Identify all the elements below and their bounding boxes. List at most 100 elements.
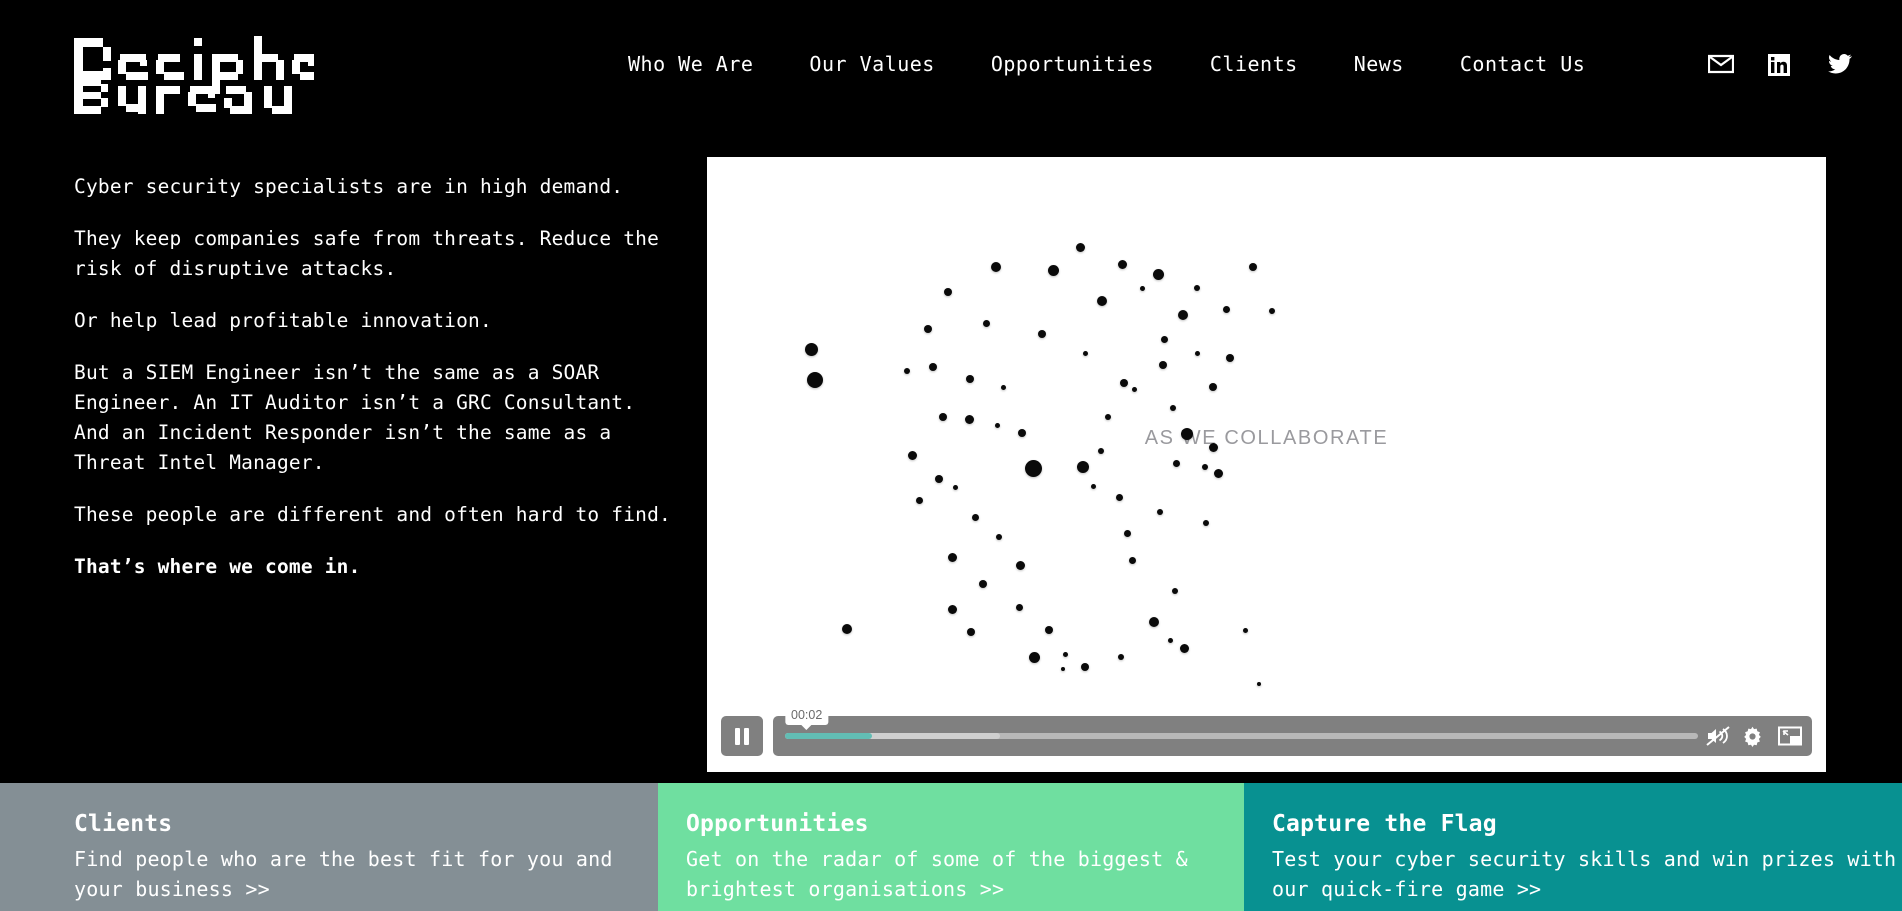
- particle-dot: [971, 513, 979, 521]
- particle-dot: [1120, 379, 1128, 387]
- particle-dot: [1208, 442, 1218, 452]
- particle-dot: [1242, 627, 1248, 633]
- particle-dot: [907, 450, 917, 460]
- particle-dot: [1105, 414, 1111, 420]
- email-icon[interactable]: [1708, 54, 1734, 78]
- particle-dot: [935, 475, 943, 483]
- particle-dot: [1226, 354, 1234, 362]
- particle-dot: [967, 628, 975, 636]
- particle-dot: [1257, 682, 1261, 686]
- particle-dot: [1179, 643, 1189, 653]
- particle-dot: [1194, 350, 1200, 356]
- nav-item-contact-us[interactable]: Contact Us: [1432, 52, 1613, 76]
- nav-item-clients[interactable]: Clients: [1182, 52, 1326, 76]
- particle-dot: [1139, 285, 1145, 291]
- particle-dot: [964, 414, 974, 424]
- video-caption: AS WE COLLABORATE: [1144, 427, 1389, 449]
- site-header: Who We Are Our Values Opportunities Clie…: [0, 0, 1902, 135]
- intro-paragraph: Cyber security specialists are in high d…: [74, 175, 624, 198]
- progress-bar-area: 00:02: [773, 706, 1812, 756]
- seek-bar[interactable]: 00:02: [785, 706, 1698, 739]
- particle-dot: [1000, 384, 1006, 390]
- particle-dot: [1038, 330, 1046, 338]
- particle-dot: [1118, 654, 1124, 660]
- particle-dot: [1149, 617, 1159, 627]
- particle-dot: [996, 534, 1002, 540]
- particle-dot: [1077, 461, 1089, 473]
- nav-item-news[interactable]: News: [1326, 52, 1432, 76]
- particle-dot: [939, 413, 947, 421]
- particle-dot: [1047, 264, 1059, 276]
- particle-dot: [904, 368, 910, 374]
- volume-muted-icon[interactable]: [1706, 726, 1730, 746]
- video-right-controls: [1706, 726, 1812, 747]
- card-title: Capture the Flag: [1272, 811, 1497, 837]
- particle-dot: [929, 363, 937, 371]
- particle-dot: [1159, 361, 1167, 369]
- particle-dot: [952, 484, 958, 490]
- particle-dot: [1249, 263, 1257, 271]
- particle-dot: [966, 375, 974, 383]
- particle-dot: [1209, 383, 1217, 391]
- social-links: [1708, 54, 1854, 78]
- card-description: Test your cyber security skills and win …: [1272, 847, 1897, 901]
- video-controls: 00:02: [707, 706, 1826, 772]
- played-range: [785, 733, 872, 739]
- particle-dot: [1222, 305, 1230, 313]
- particle-dot: [947, 604, 957, 614]
- particle-dot: [1015, 603, 1023, 611]
- video-player[interactable]: AS WE COLLABORATE 00:02: [707, 157, 1826, 772]
- nav-item-our-values[interactable]: Our Values: [781, 52, 962, 76]
- particle-dot: [1160, 335, 1168, 343]
- particle-dot: [842, 624, 852, 634]
- particle-dot: [1075, 242, 1085, 252]
- particle-dot: [1018, 429, 1026, 437]
- particle-dot: [1203, 520, 1209, 526]
- card-description: Get on the radar of some of the biggest …: [686, 847, 1188, 901]
- particle-dot: [1045, 626, 1053, 634]
- promo-card-capture-the-flag[interactable]: Capture the Flag Test your cyber securit…: [1244, 783, 1902, 911]
- site-logo[interactable]: [74, 16, 314, 116]
- intro-copy: Cyber security specialists are in high d…: [74, 172, 674, 604]
- particle-dot: [804, 342, 818, 356]
- nav-item-opportunities[interactable]: Opportunities: [963, 52, 1182, 76]
- particle-dot: [1117, 259, 1127, 269]
- card-title: Opportunities: [686, 811, 869, 837]
- particle-dot: [1090, 483, 1096, 489]
- particle-dot: [1181, 428, 1193, 440]
- particle-dot: [994, 422, 1000, 428]
- pause-icon-bar-right: [744, 727, 749, 745]
- video-stage: AS WE COLLABORATE: [707, 157, 1826, 772]
- particle-dot: [1015, 560, 1025, 570]
- pause-button[interactable]: [721, 716, 763, 756]
- nav-item-who-we-are[interactable]: Who We Are: [600, 52, 781, 76]
- twitter-icon[interactable]: [1828, 54, 1854, 78]
- linkedin-icon[interactable]: [1768, 54, 1794, 78]
- particle-dot: [1172, 459, 1180, 467]
- intro-paragraph: These people are different and often har…: [74, 503, 671, 526]
- page-root: Who We Are Our Values Opportunities Clie…: [0, 0, 1902, 911]
- particle-dot: [1213, 468, 1223, 478]
- particle-dot: [1178, 310, 1188, 320]
- intro-paragraph-emphasis: That’s where we come in.: [74, 555, 361, 578]
- intro-paragraph: They keep companies safe from threats. R…: [74, 227, 660, 280]
- particle-dot: [947, 552, 957, 562]
- particle-dot: [1128, 556, 1136, 564]
- particle-dot: [982, 319, 990, 327]
- particle-dot: [1170, 405, 1176, 411]
- promo-card-opportunities[interactable]: Opportunities Get on the radar of some o…: [658, 783, 1244, 911]
- settings-gear-icon[interactable]: [1742, 726, 1764, 747]
- promo-card-clients[interactable]: Clients Find people who are the best fit…: [0, 783, 658, 911]
- current-time-tooltip: 00:02: [785, 706, 829, 725]
- particle-dot: [1172, 588, 1178, 594]
- card-title: Clients: [74, 811, 173, 837]
- particle-dot: [915, 496, 923, 504]
- particle-dot: [1097, 296, 1107, 306]
- particle-dot: [1269, 308, 1275, 314]
- particle-dot: [1157, 509, 1163, 515]
- particle-dot: [1028, 651, 1040, 663]
- picture-in-picture-icon[interactable]: [1778, 726, 1802, 746]
- promo-cards: Clients Find people who are the best fit…: [0, 783, 1902, 911]
- particle-dot: [1098, 448, 1104, 454]
- particle-dot: [1194, 285, 1200, 291]
